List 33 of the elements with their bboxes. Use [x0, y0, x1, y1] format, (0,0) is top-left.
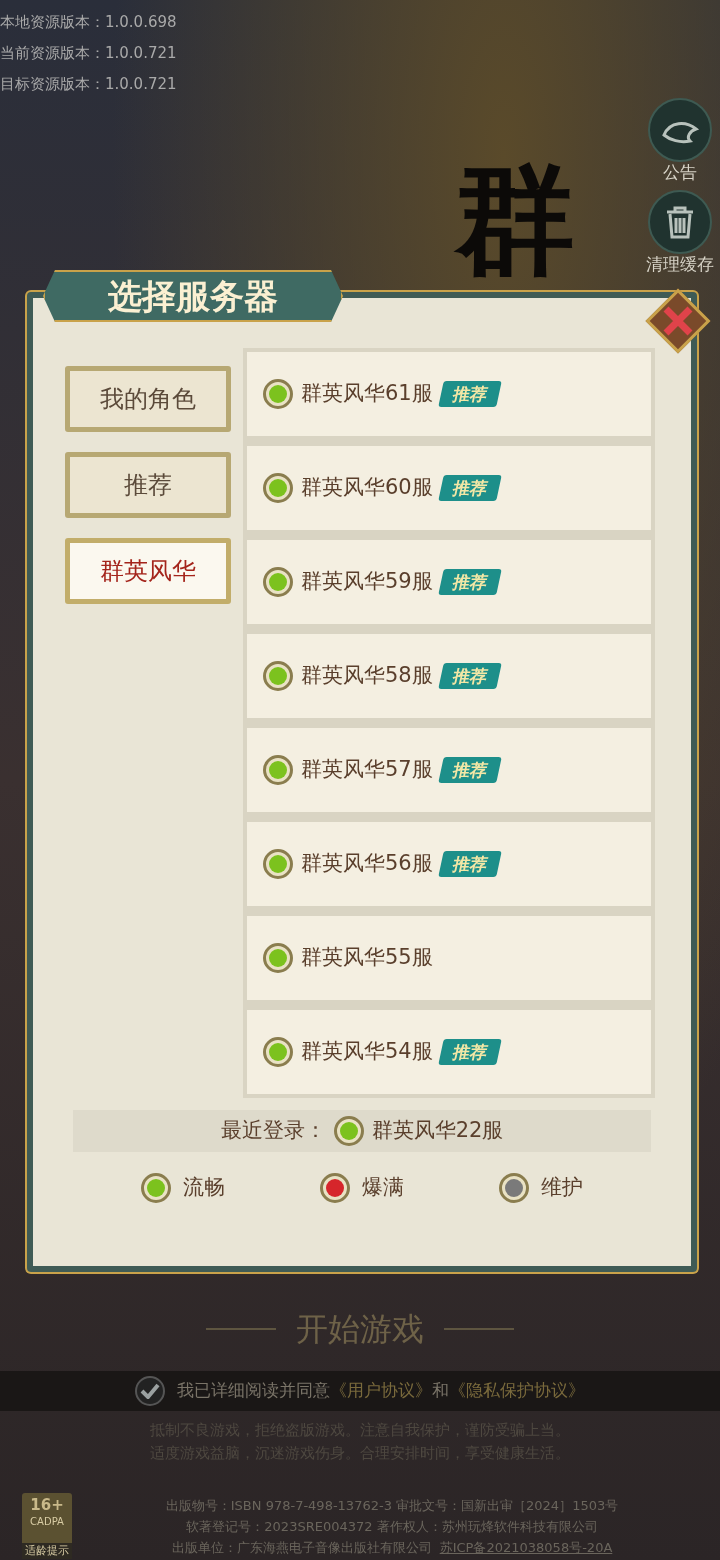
check-icon	[140, 1383, 160, 1399]
recommend-tag: 推荐	[437, 663, 502, 689]
dialog-title: 选择服务器	[43, 270, 343, 322]
server-row[interactable]: 群英风华55服	[247, 916, 651, 1000]
recommend-tag: 推荐	[437, 1039, 502, 1065]
server-row[interactable]: 群英风华60服 推荐	[247, 446, 651, 530]
agree-checkbox[interactable]	[135, 1376, 165, 1406]
recommend-tag: 推荐	[437, 851, 502, 877]
legend-label: 爆满	[362, 1174, 404, 1201]
recommend-tag: 推荐	[437, 757, 502, 783]
category-tab[interactable]: 群英风华	[65, 538, 231, 604]
recommend-tag: 推荐	[437, 569, 502, 595]
server-row[interactable]: 群英风华54服 推荐	[247, 1010, 651, 1094]
logo-text: 群	[455, 160, 575, 280]
server-row[interactable]: 群英风华59服 推荐	[247, 540, 651, 624]
category-tab[interactable]: 推荐	[65, 452, 231, 518]
server-row[interactable]: 群英风华56服 推荐	[247, 822, 651, 906]
category-tab[interactable]: 我的角色	[65, 366, 231, 432]
recent-server[interactable]: 群英风华22服	[371, 1115, 504, 1147]
publication-info: 出版物号：ISBN 978-7-498-13762-3 审批文号：国新出审［2024］1503号	[165, 1496, 619, 1515]
version-text: 当前资源版本：1.0.0.721	[0, 43, 177, 64]
server-row[interactable]: 群英风华57服 推荐	[247, 728, 651, 812]
agreement-text: 我已详细阅读并同意《用户协议》和《隐私保护协议》	[177, 1379, 585, 1403]
legend-label: 维护	[541, 1174, 584, 1201]
recommend-tag: 推荐	[437, 475, 502, 501]
recommend-tag: 推荐	[437, 381, 502, 407]
version-text: 目标资源版本：1.0.0.721	[0, 74, 177, 95]
version-text: 本地资源版本：1.0.0.698	[0, 12, 177, 33]
age-rating-badge: 16+ CADPA 适龄提示	[22, 1493, 72, 1559]
legend-label: 流畅	[182, 1174, 225, 1201]
server-row[interactable]: 群英风华61服 推荐	[247, 352, 651, 436]
recent-label: 最近登录：	[220, 1117, 326, 1145]
server-row[interactable]: 群英风华58服 推荐	[247, 634, 651, 718]
